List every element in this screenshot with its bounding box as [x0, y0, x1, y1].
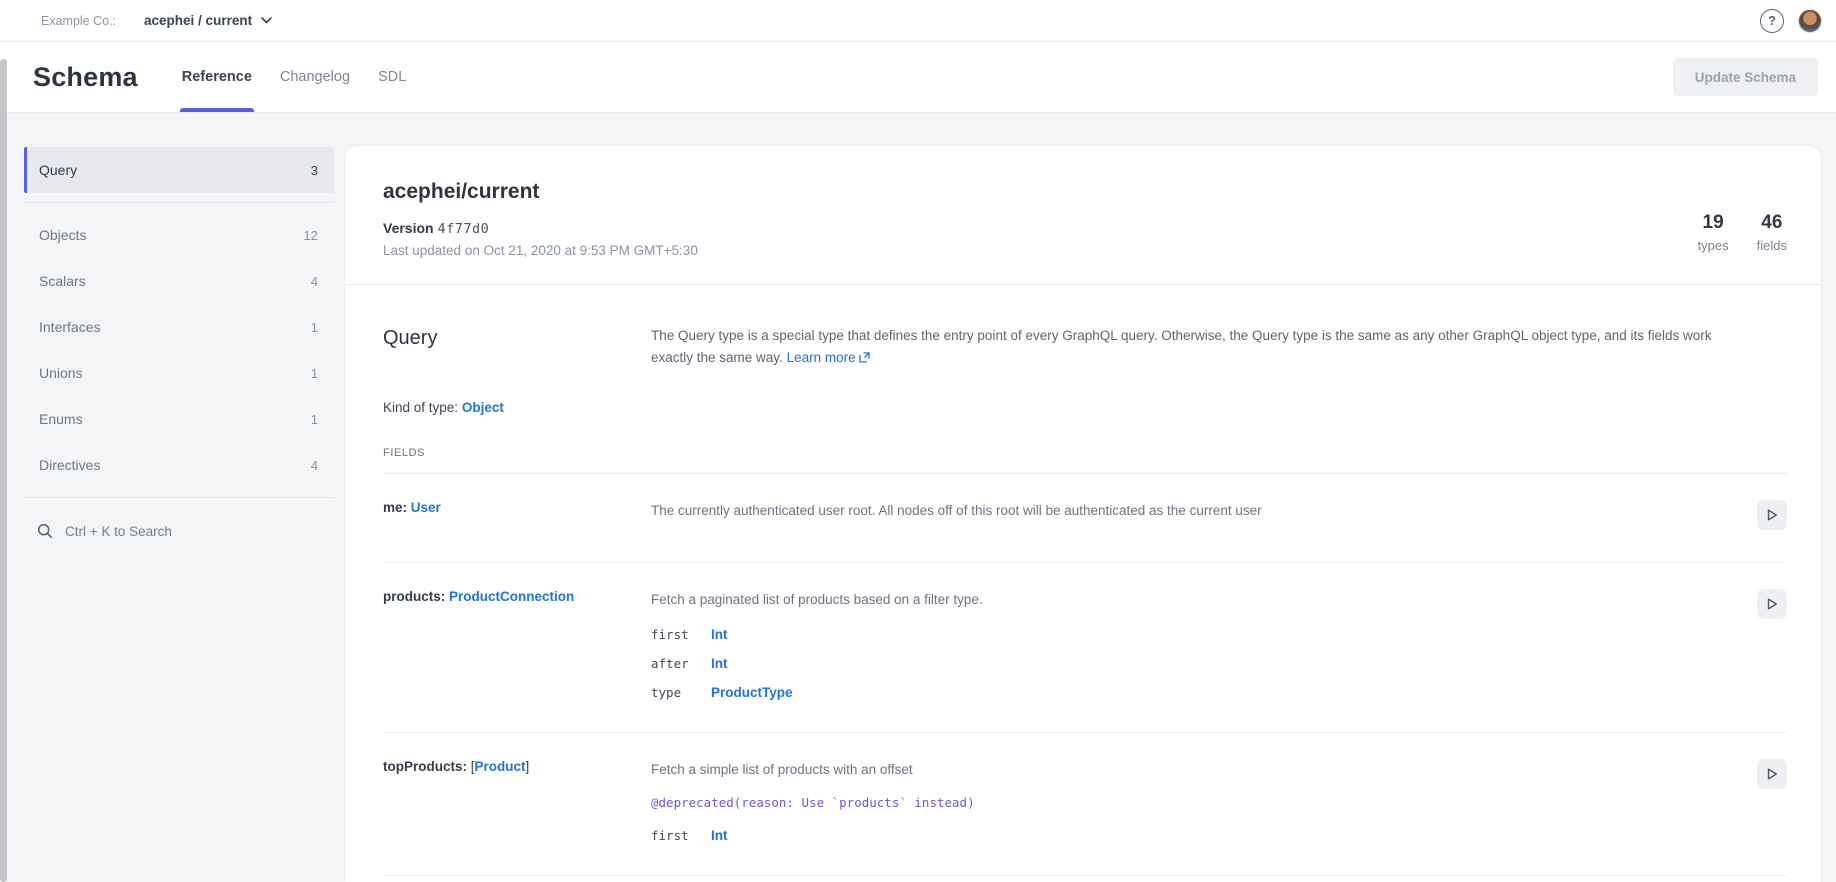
version-line: Version 4f77d0: [383, 220, 698, 237]
graph-selector-label: acephei / current: [144, 13, 252, 28]
chevron-down-icon: [261, 17, 272, 24]
body: Query 3 Objects 12 Scalars 4 Interfaces …: [0, 113, 1836, 882]
external-link-icon: [859, 351, 870, 366]
graph-title: acephei/current: [383, 180, 698, 204]
graph-selector-dropdown[interactable]: acephei / current: [144, 13, 272, 28]
field-arg: first Int: [651, 828, 1741, 843]
left-scrollbar[interactable]: [0, 59, 7, 882]
sidebar-item-scalars[interactable]: Scalars 4: [24, 258, 334, 304]
type-close-bracket: ]: [526, 759, 530, 774]
play-icon: [1765, 767, 1779, 781]
page-header: Schema Reference Changelog SDL Update Sc…: [0, 42, 1836, 113]
kind-value-link[interactable]: Object: [462, 400, 504, 415]
field-row-me: me: User The currently authenticated use…: [383, 474, 1787, 563]
fields-heading: FIELDS: [383, 447, 1787, 459]
version-label: Version: [383, 220, 434, 236]
sidebar-item-objects[interactable]: Objects 12: [24, 212, 334, 258]
type-name: Query: [383, 325, 651, 370]
kind-of-type: Kind of type: Object: [383, 400, 1787, 415]
stat-fields: 46 fields: [1757, 212, 1787, 253]
play-icon: [1765, 508, 1779, 522]
schema-content-card: acephei/current Version 4f77d0 Last upda…: [345, 146, 1821, 882]
card-header: acephei/current Version 4f77d0 Last upda…: [345, 146, 1821, 284]
field-signature: products: ProductConnection: [383, 589, 651, 700]
sidebar-count: 1: [311, 366, 318, 381]
run-field-query-button[interactable]: [1757, 589, 1787, 619]
schema-search-trigger[interactable]: Ctrl + K to Search: [24, 507, 334, 539]
tab-changelog[interactable]: Changelog: [266, 42, 364, 112]
sidebar-count: 12: [304, 228, 318, 243]
field-args: first Int: [651, 828, 1741, 843]
search-hint: Ctrl + K to Search: [65, 524, 172, 539]
top-bar: Example Co.: acephei / current ?: [0, 0, 1836, 42]
sidebar-item-enums[interactable]: Enums 1: [24, 396, 334, 442]
sidebar-item-directives[interactable]: Directives 4: [24, 442, 334, 488]
sidebar-count: 4: [311, 274, 318, 289]
field-type-link[interactable]: Product: [475, 759, 526, 774]
tab-reference[interactable]: Reference: [168, 42, 266, 112]
schema-reference-page: Example Co.: acephei / current ? Schema …: [0, 0, 1836, 882]
type-section-query: Query The Query type is a special type t…: [345, 285, 1821, 876]
run-field-query-button[interactable]: [1757, 500, 1787, 530]
active-tab-underline: [180, 108, 254, 112]
arg-type-link[interactable]: Int: [711, 828, 728, 843]
field-arg: first Int: [651, 627, 1741, 642]
last-updated: Last updated on Oct 21, 2020 at 9:53 PM …: [383, 243, 698, 258]
user-avatar[interactable]: [1798, 9, 1822, 33]
field-description: Fetch a paginated list of products based…: [651, 589, 1741, 609]
field-arg: type ProductType: [651, 685, 1741, 700]
learn-more-link[interactable]: Learn more: [787, 350, 870, 365]
sidebar-item-interfaces[interactable]: Interfaces 1: [24, 304, 334, 350]
sidebar-divider: [24, 202, 334, 203]
type-header-grid: Query The Query type is a special type t…: [383, 325, 1787, 370]
field-arg: after Int: [651, 656, 1741, 671]
arg-type-link[interactable]: Int: [711, 627, 728, 642]
field-type-link[interactable]: User: [411, 500, 441, 515]
search-icon: [37, 523, 53, 539]
type-description: The Query type is a special type that de…: [651, 325, 1741, 370]
card-header-left: acephei/current Version 4f77d0 Last upda…: [383, 180, 698, 258]
arg-type-link[interactable]: ProductType: [711, 685, 793, 700]
sidebar-count: 3: [311, 163, 318, 178]
sidebar-count: 4: [311, 458, 318, 473]
tab-bar: Reference Changelog SDL: [168, 42, 421, 112]
org-label: Example Co.:: [41, 14, 116, 28]
sidebar-item-unions[interactable]: Unions 1: [24, 350, 334, 396]
field-args: first Int after Int type ProductType: [651, 627, 1741, 700]
field-description: Fetch a simple list of products with an …: [651, 759, 1741, 779]
field-row-topProducts: topProducts: [Product] Fetch a simple li…: [383, 733, 1787, 876]
run-field-query-button[interactable]: [1757, 759, 1787, 789]
sidebar-divider: [24, 497, 334, 498]
tab-sdl[interactable]: SDL: [364, 42, 420, 112]
arg-type-link[interactable]: Int: [711, 656, 728, 671]
play-icon: [1765, 597, 1779, 611]
help-icon[interactable]: ?: [1760, 9, 1784, 33]
sidebar: Query 3 Objects 12 Scalars 4 Interfaces …: [24, 113, 334, 882]
deprecated-annotation: @deprecated(reason: Use `products` inste…: [651, 795, 1741, 810]
field-signature: topProducts: [Product]: [383, 759, 651, 843]
schema-stats: 19 types 46 fields: [1698, 180, 1787, 253]
update-schema-button[interactable]: Update Schema: [1673, 58, 1818, 96]
field-description: The currently authenticated user root. A…: [651, 500, 1741, 520]
field-type-link[interactable]: ProductConnection: [449, 589, 574, 604]
version-value: 4f77d0: [437, 221, 489, 237]
stat-types: 19 types: [1698, 212, 1729, 253]
page-title: Schema: [33, 62, 138, 93]
field-signature: me: User: [383, 500, 651, 530]
sidebar-item-query[interactable]: Query 3: [24, 147, 334, 193]
sidebar-count: 1: [311, 412, 318, 427]
sidebar-count: 1: [311, 320, 318, 335]
field-row-products: products: ProductConnection Fetch a pagi…: [383, 563, 1787, 733]
